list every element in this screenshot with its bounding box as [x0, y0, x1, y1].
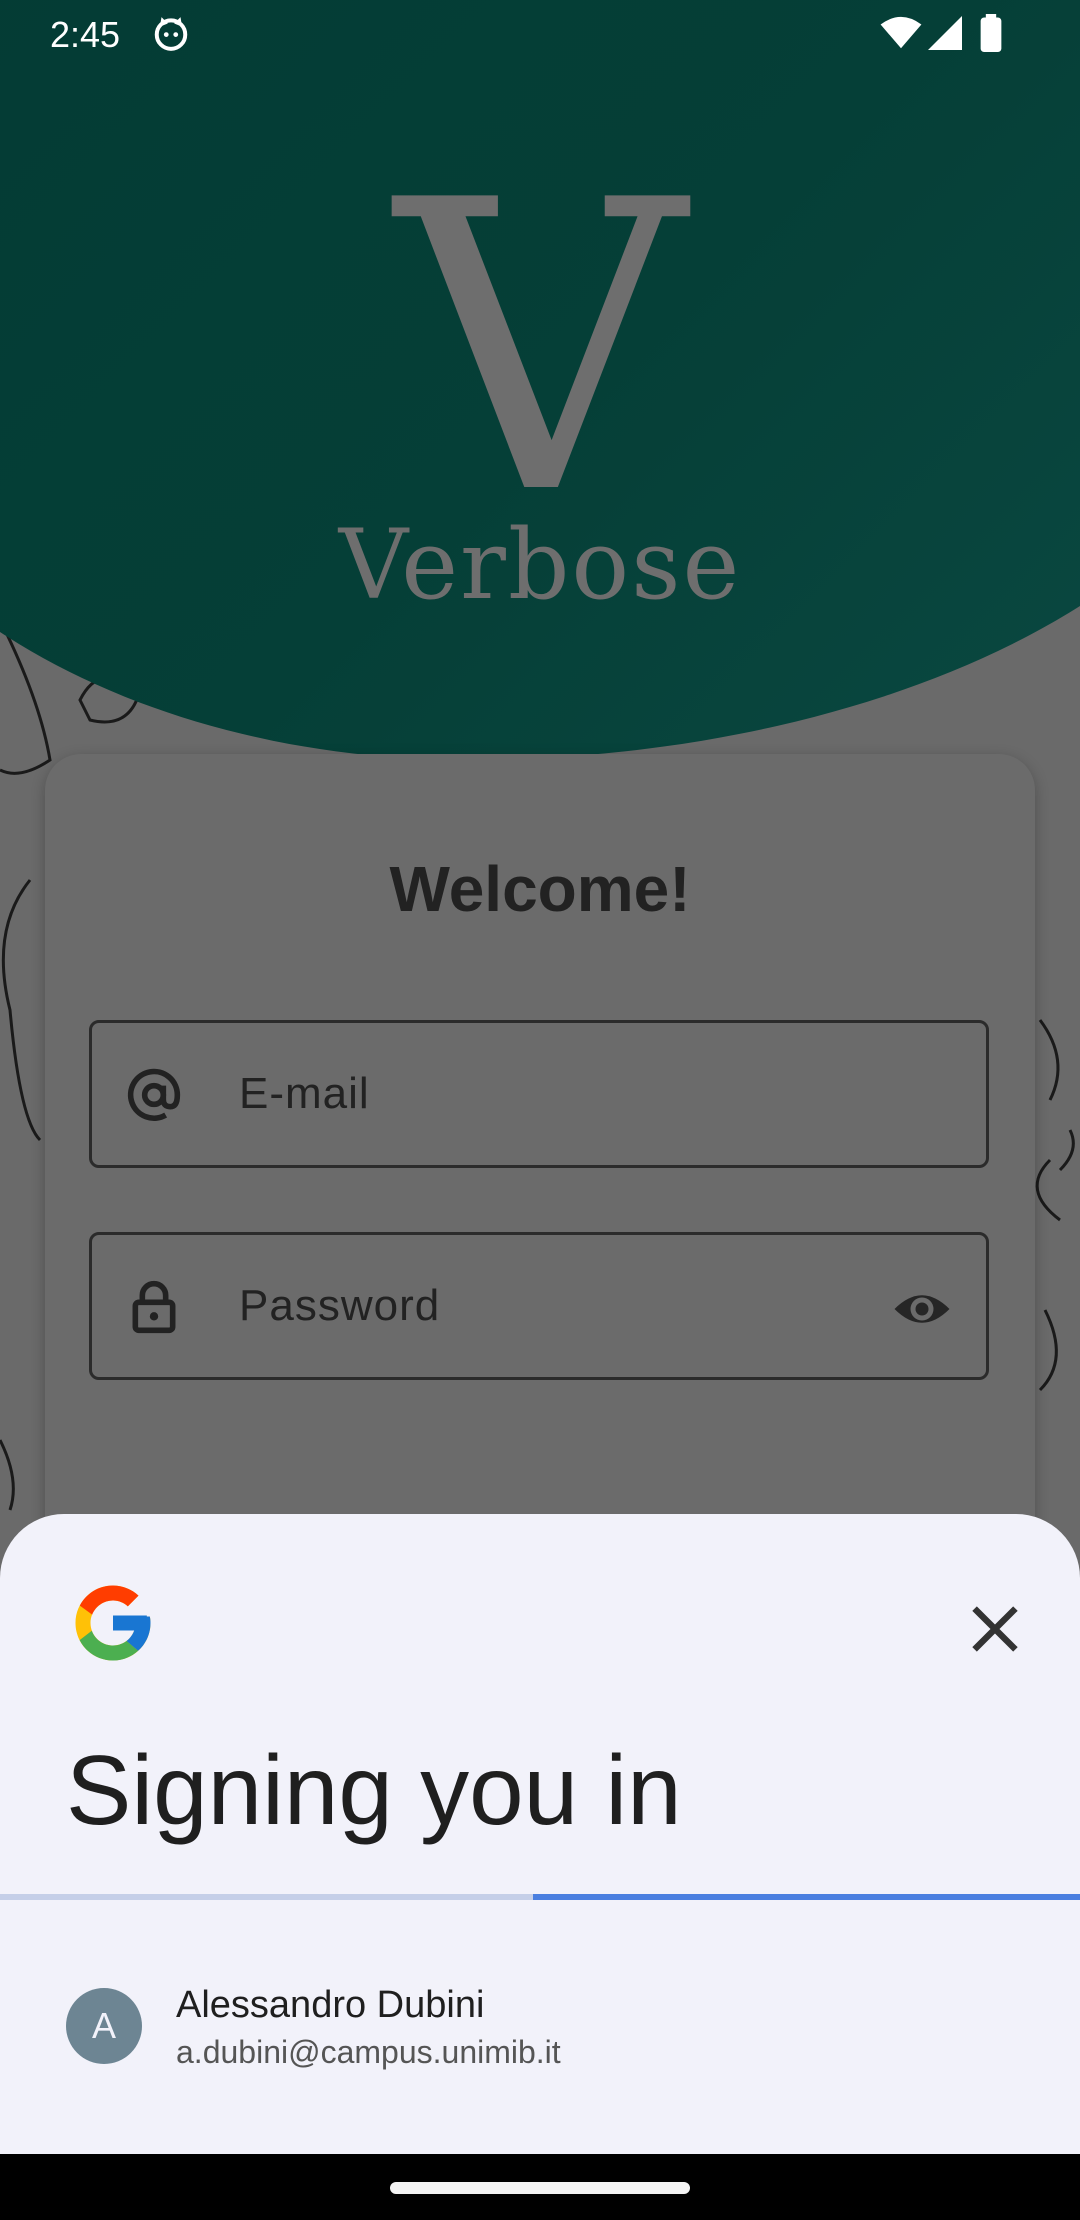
eye-icon[interactable] [892, 1279, 952, 1339]
account-row: A Alessandro Dubini a.dubini@campus.unim… [0, 1968, 1080, 2088]
cat-icon [154, 17, 188, 51]
account-email: a.dubini@campus.unimib.it [176, 2034, 561, 2070]
wifi-icon [880, 16, 922, 49]
status-bar: 2:45 [0, 0, 1080, 66]
progress-fill [533, 1894, 1080, 1900]
app-logo-name: Verbose [338, 509, 742, 621]
password-input[interactable] [237, 1265, 821, 1347]
status-time: 2:45 [50, 14, 121, 55]
sheet-title: Signing you in [66, 1735, 682, 1845]
lock-icon [132, 1280, 176, 1334]
welcome-title: Welcome! [389, 853, 691, 925]
battery-icon [980, 14, 1002, 52]
signal-icon [928, 16, 962, 50]
email-field[interactable] [89, 1020, 989, 1168]
email-input[interactable] [237, 1053, 821, 1135]
password-field[interactable] [89, 1232, 989, 1380]
home-handle[interactable] [390, 2182, 690, 2194]
progress-bar [0, 1894, 1080, 1900]
close-icon[interactable] [960, 1594, 1030, 1664]
app-screen: V Verbose 2:45 Welcome! E-mail Signing y… [0, 0, 1080, 2220]
avatar: A [66, 1988, 142, 2064]
navigation-bar [0, 2154, 1080, 2220]
at-sign-icon [127, 1068, 181, 1121]
google-logo-icon [75, 1585, 151, 1661]
app-logo-letter: V [395, 117, 685, 582]
google-signin-sheet: Signing you in A Alessandro Dubini a.dub… [0, 1514, 1080, 2154]
account-name: Alessandro Dubini [176, 1984, 485, 2026]
